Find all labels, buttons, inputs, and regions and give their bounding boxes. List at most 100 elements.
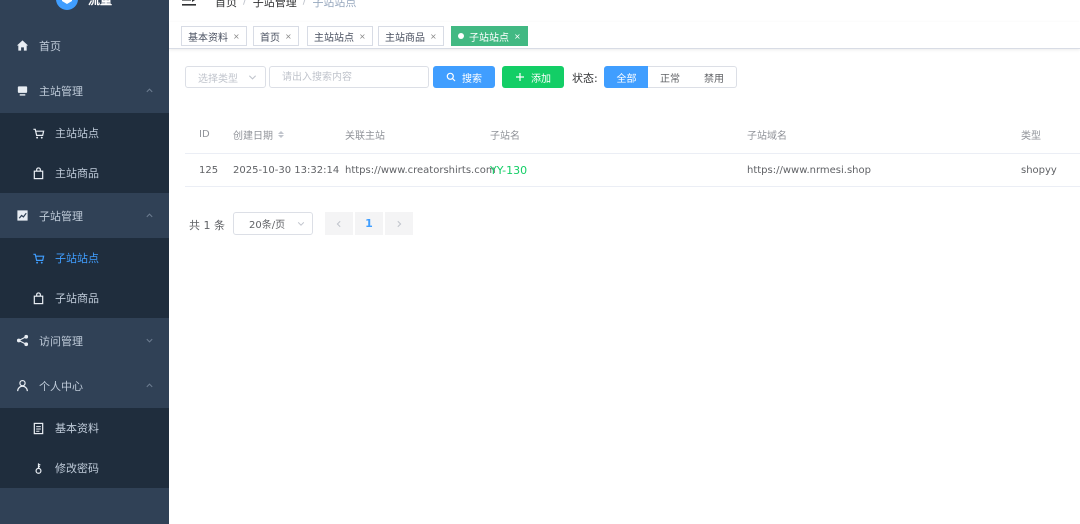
hamburger-icon[interactable] [182,0,196,6]
share-icon [15,334,29,348]
shopping-bag-icon [31,166,45,180]
sidebar-item-label: 基本资料 [55,422,99,435]
chevron-down-icon [248,75,257,80]
chevron-up-icon [144,381,154,391]
chevron-left-icon [336,220,341,227]
document-icon [31,421,45,435]
sidebar-item-label: 首页 [39,39,61,53]
close-icon[interactable]: × [359,32,366,41]
home-icon [15,39,29,53]
active-dot-icon [458,33,464,39]
sort-icon[interactable] [278,131,284,138]
tag-main-site-products[interactable]: 主站商品 × [378,26,444,46]
add-button-label: 添加 [531,73,551,85]
chart-icon [15,209,29,223]
status-option-disabled[interactable]: 禁用 [692,66,737,88]
sidebar-item-sub-site-management[interactable]: 子站管理 [0,193,169,238]
shopping-bag-icon [31,291,45,305]
page-number-current[interactable]: 1 [355,212,383,235]
prev-page-button[interactable] [325,212,353,235]
sidebar-item-label: 个人中心 [39,379,83,393]
chevron-down-icon [297,222,305,226]
search-input[interactable] [269,66,429,88]
column-header-sub-name: 子站名 [490,131,520,142]
table-row[interactable]: 125 2025-10-30 13:32:14 https://www.crea… [185,154,1080,187]
cart-icon [31,251,45,265]
sub-sites-table: ID 创建日期 关联主站 子站名 子站域名 类型 125 2025-10-30 … [185,116,1080,187]
cell-sub-name-link[interactable]: YY-130 [490,154,527,186]
column-header-label: 创建日期 [233,131,273,142]
cell-type: shopyy [1021,164,1057,176]
column-header-main-site: 关联主站 [345,131,385,142]
close-icon[interactable]: × [233,32,240,41]
breadcrumb-separator: / [302,0,307,7]
tag-label: 基本资料 [188,32,228,44]
column-header-created[interactable]: 创建日期 [233,116,284,153]
tag-home[interactable]: 首页 × [253,26,299,46]
cell-main-site: https://www.creatorshirts.com [345,164,496,176]
search-button[interactable]: 搜索 [433,66,495,88]
tag-label: 首页 [260,32,280,44]
tag-sub-site-sites[interactable]: 子站站点 × [451,26,528,46]
sidebar-item-label: 子站站点 [55,252,99,265]
cell-id: 125 [199,164,219,176]
key-icon [31,461,45,475]
sidebar-item-main-site-products[interactable]: 主站商品 [0,153,169,193]
page-size-value: 20条/页 [249,220,286,231]
status-filter-label: 状态: [572,72,598,85]
breadcrumb: 首页 / 子站管理 / 子站站点 [215,0,356,10]
plus-icon [516,73,524,81]
sidebar: 流量 首页 主站管理 主站站点 主站商品 子站管理 [0,0,169,524]
cell-created: 2025-10-30 13:32:14 [233,164,340,176]
sidebar-item-sub-site-products[interactable]: 子站商品 [0,278,169,318]
tag-basic-profile[interactable]: 基本资料 × [181,26,247,46]
sidebar-item-sub-site-sites[interactable]: 子站站点 [0,238,169,278]
page-size-select[interactable]: 20条/页 [233,212,313,235]
tag-main-site-sites[interactable]: 主站站点 × [307,26,373,46]
close-icon[interactable]: × [514,32,521,41]
breadcrumb-item[interactable]: 子站管理 [253,0,297,10]
sidebar-item-personal-center[interactable]: 个人中心 [0,363,169,408]
column-header-id: ID [199,129,210,140]
tags-view: 基本资料 × 首页 × 主站站点 × 主站商品 × 子站站点 × [169,22,1080,49]
sidebar-item-change-password[interactable]: 修改密码 [0,448,169,488]
chevron-up-icon [144,211,154,221]
user-icon [15,379,29,393]
search-button-label: 搜索 [462,73,482,85]
cell-sub-domain: https://www.nrmesi.shop [747,164,871,176]
close-icon[interactable]: × [285,32,292,41]
sidebar-item-label: 修改密码 [55,462,99,475]
sidebar-item-label: 子站商品 [55,292,99,305]
sidebar-item-label: 主站站点 [55,127,99,140]
type-select[interactable]: 选择类型 [185,66,266,88]
tag-label: 主站商品 [385,32,425,44]
sidebar-item-main-site-management[interactable]: 主站管理 [0,68,169,113]
type-select-placeholder: 选择类型 [198,73,238,85]
sidebar-item-home[interactable]: 首页 [0,23,169,68]
sidebar-item-main-site-sites[interactable]: 主站站点 [0,113,169,153]
column-header-type: 类型 [1021,131,1041,142]
search-icon [446,72,456,82]
app-title: 流量 [88,0,112,8]
status-option-all[interactable]: 全部 [604,66,649,88]
sidebar-item-label: 访问管理 [39,334,83,348]
navbar: 首页 / 子站管理 / 子站站点 [169,0,1080,22]
logo-icon [56,0,78,10]
breadcrumb-separator: / [243,0,247,7]
breadcrumb-item[interactable]: 首页 [215,0,237,10]
sidebar-item-basic-profile[interactable]: 基本资料 [0,408,169,448]
status-option-normal[interactable]: 正常 [648,66,693,88]
chevron-down-icon [144,336,154,346]
pagination-total: 共 1 条 [189,219,225,232]
close-icon[interactable]: × [430,32,437,41]
monitor-icon [15,84,29,98]
chevron-right-icon [397,220,402,227]
cart-icon [31,126,45,140]
column-header-sub-domain: 子站域名 [747,131,787,142]
sidebar-item-access-management[interactable]: 访问管理 [0,318,169,363]
app-logo: 流量 [56,0,112,12]
add-button[interactable]: 添加 [502,66,564,88]
sidebar-item-label: 子站管理 [39,209,83,223]
next-page-button[interactable] [385,212,413,235]
sidebar-item-label: 主站商品 [55,167,99,180]
